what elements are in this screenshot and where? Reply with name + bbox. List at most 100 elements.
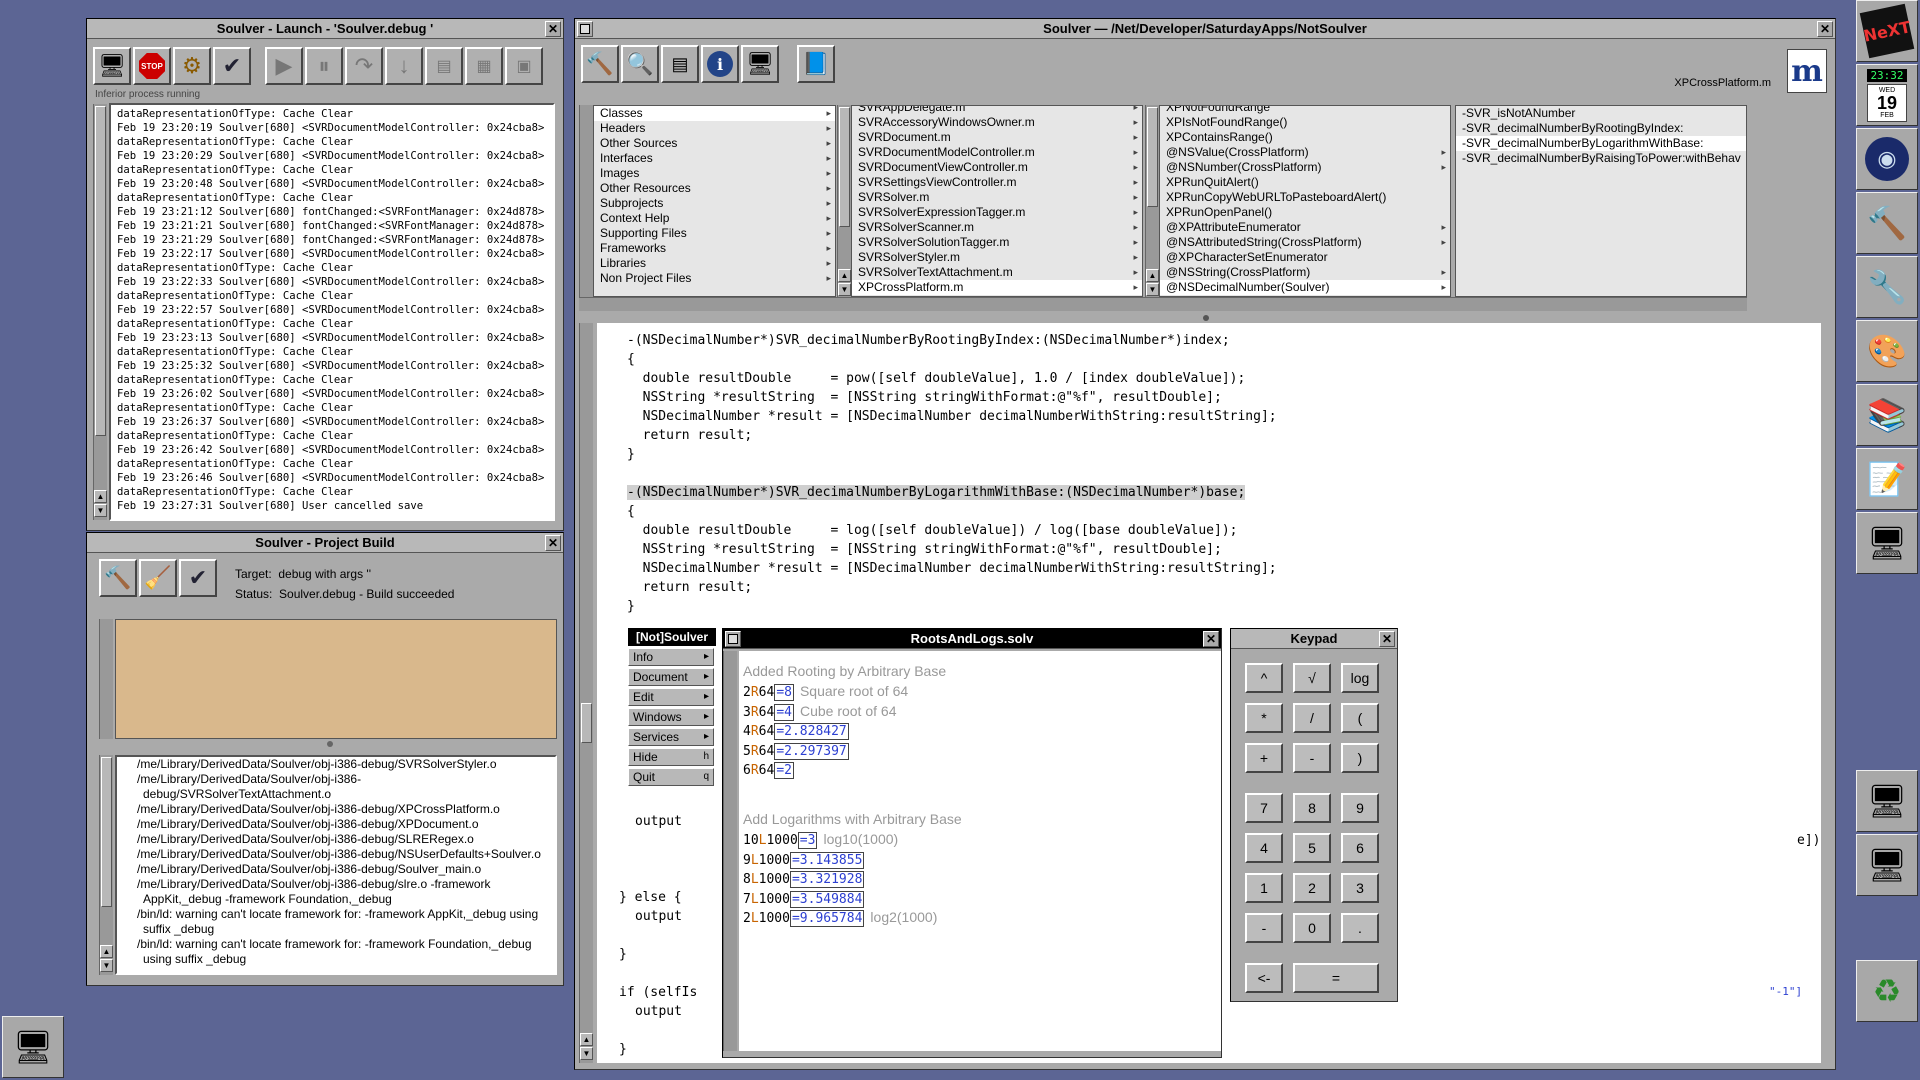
browser-item[interactable]: SVRSolver.m ▸ bbox=[852, 190, 1142, 205]
browser-item[interactable]: SVRSolverSolutionTagger.m ▸ bbox=[852, 235, 1142, 250]
split-handle[interactable] bbox=[327, 741, 333, 747]
menu-item-services[interactable]: Services ▸ bbox=[628, 728, 714, 746]
browser-item[interactable]: -SVR_decimalNumberByRootingByIndex: bbox=[1456, 121, 1746, 136]
backspace-key[interactable]: <- bbox=[1245, 963, 1283, 993]
close-button[interactable] bbox=[545, 21, 561, 37]
pause-icon[interactable]: ⏸ bbox=[305, 47, 343, 85]
menu-item-document[interactable]: Document ▸ bbox=[628, 668, 714, 686]
browser-item[interactable]: -SVR_decimalNumberByLogarithmWithBase: bbox=[1456, 136, 1746, 151]
close-button[interactable] bbox=[1203, 631, 1219, 647]
project-builder-icon[interactable]: 🔨 bbox=[1856, 192, 1918, 254]
equals-key[interactable]: = bbox=[1293, 963, 1379, 993]
browser-item[interactable]: SVRSolverExpressionTagger.m ▸ bbox=[852, 205, 1142, 220]
browser-item[interactable]: Subprojects ▸ bbox=[594, 196, 835, 211]
keypad-key[interactable]: * bbox=[1245, 703, 1283, 733]
build-errors-pane[interactable] bbox=[115, 619, 557, 739]
browser-item[interactable]: @NSNumber(CrossPlatform) ▸ bbox=[1160, 160, 1450, 175]
stack-icon[interactable]: ▤ bbox=[425, 47, 463, 85]
keypad-key[interactable]: √ bbox=[1293, 663, 1331, 693]
browser-item[interactable]: @NSString(CrossPlatform) ▸ bbox=[1160, 265, 1450, 280]
close-button[interactable] bbox=[1817, 21, 1833, 37]
keypad-key[interactable]: + bbox=[1245, 743, 1283, 773]
breakpoints-icon[interactable]: ▦ bbox=[465, 47, 503, 85]
browser-item[interactable]: XPCrossPlatform.m ▸ bbox=[852, 280, 1142, 295]
launch-icon[interactable]: 🖥 bbox=[741, 45, 779, 83]
browser-item[interactable]: XPIsNotFoundRange() bbox=[1160, 115, 1450, 130]
browser-item[interactable]: -SVR_isNotANumber bbox=[1456, 106, 1746, 121]
keypad-key[interactable]: / bbox=[1293, 703, 1331, 733]
browser-item[interactable]: Libraries ▸ bbox=[594, 256, 835, 271]
close-button[interactable] bbox=[1379, 631, 1395, 647]
inspector-icon[interactable]: ▣ bbox=[505, 47, 543, 85]
step-over-icon[interactable]: ↷ bbox=[345, 47, 383, 85]
browser-item[interactable]: Headers ▸ bbox=[594, 121, 835, 136]
keypad-key[interactable]: - bbox=[1293, 743, 1331, 773]
launch-log[interactable]: dataRepresentationOfType: Cache Clear Feb… bbox=[109, 103, 555, 521]
mini-window-icon[interactable]: 🖥 bbox=[1856, 770, 1918, 832]
files-icon[interactable]: ▤ bbox=[661, 45, 699, 83]
browser-item[interactable]: Non Project Files ▸ bbox=[594, 271, 835, 286]
build-output-scrollbar[interactable]: ▲ ▼ bbox=[99, 755, 113, 975]
keypad-key[interactable]: 9 bbox=[1341, 793, 1379, 823]
browser-item[interactable]: @NSValue(CrossPlatform) ▸ bbox=[1160, 145, 1450, 160]
keypad-titlebar[interactable]: Keypad bbox=[1231, 629, 1397, 649]
palette-icon[interactable]: 🎨 bbox=[1856, 320, 1918, 382]
browser-item[interactable]: SVRAccessoryWindowsOwner.m ▸ bbox=[852, 115, 1142, 130]
menu-item-edit[interactable]: Edit ▸ bbox=[628, 688, 714, 706]
browser-item[interactable]: Frameworks ▸ bbox=[594, 241, 835, 256]
menu-item-windows[interactable]: Windows ▸ bbox=[628, 708, 714, 726]
keypad-key[interactable]: 7 bbox=[1245, 793, 1283, 823]
browser-item[interactable]: XPRunOpenPanel() bbox=[1160, 205, 1450, 220]
split-handle[interactable] bbox=[1203, 315, 1209, 321]
search-icon[interactable]: 🔍 bbox=[621, 45, 659, 83]
browser-item[interactable]: SVRSolverScanner.m ▸ bbox=[852, 220, 1142, 235]
close-button[interactable] bbox=[545, 535, 561, 551]
miniwindow-icon[interactable]: 🖥 bbox=[2, 1016, 64, 1078]
browser-item[interactable]: Images ▸ bbox=[594, 166, 835, 181]
console-icon[interactable]: 🖥 bbox=[93, 47, 131, 85]
launch-log-scrollbar[interactable]: ▲ ▼ bbox=[93, 104, 107, 520]
recycler-icon[interactable]: ♻ bbox=[1856, 960, 1918, 1022]
browser-icon[interactable]: ◉ bbox=[1856, 128, 1918, 190]
document-scrollbar[interactable] bbox=[723, 651, 737, 1051]
keypad-key[interactable]: 1 bbox=[1245, 873, 1283, 903]
terminal-icon[interactable]: 🖥 bbox=[1856, 512, 1918, 574]
clean-broom-icon[interactable]: 🧹 bbox=[139, 559, 177, 597]
keypad-key[interactable]: ) bbox=[1341, 743, 1379, 773]
menu-item-quit[interactable]: Quit q bbox=[628, 768, 714, 786]
edit-icon[interactable]: 📝 bbox=[1856, 448, 1918, 510]
miniaturize-button[interactable] bbox=[577, 21, 593, 37]
keypad-key[interactable]: ( bbox=[1341, 703, 1379, 733]
keypad-key[interactable]: 2 bbox=[1293, 873, 1331, 903]
browser-item[interactable]: SVRSettingsViewController.m ▸ bbox=[852, 175, 1142, 190]
browser-item[interactable]: XPNotFoundRange bbox=[1160, 106, 1450, 115]
info-icon[interactable]: i bbox=[701, 45, 739, 83]
keypad-key[interactable]: . bbox=[1341, 913, 1379, 943]
browser-item[interactable]: Context Help ▸ bbox=[594, 211, 835, 226]
menu-item-info[interactable]: Info ▸ bbox=[628, 648, 714, 666]
keypad-key[interactable]: - bbox=[1245, 913, 1283, 943]
browser-item[interactable]: XPContainsRange() bbox=[1160, 130, 1450, 145]
keypad-key[interactable]: 5 bbox=[1293, 833, 1331, 863]
build-output[interactable]: /me/Library/DerivedData/Soulver/obj-i386… bbox=[115, 755, 557, 975]
browser-item[interactable]: SVRSolverStyler.m ▸ bbox=[852, 250, 1142, 265]
stop-icon[interactable]: STOP bbox=[133, 47, 171, 85]
browser-item[interactable]: SVRDocument.m ▸ bbox=[852, 130, 1142, 145]
build-errors-scrollbar[interactable] bbox=[99, 619, 113, 739]
browser-item[interactable]: SVRSolverTextAttachment.m ▸ bbox=[852, 265, 1142, 280]
book-icon[interactable]: 📘 bbox=[797, 45, 835, 83]
browser-scrollbar-3[interactable]: ▲ ▼ bbox=[1145, 105, 1159, 297]
clock-tile[interactable]: 23:32 WED 19 FEB bbox=[1856, 64, 1918, 126]
menu-item-hide[interactable]: Hide h bbox=[628, 748, 714, 766]
horizontal-scrollbar[interactable] bbox=[579, 297, 1747, 311]
browser-scrollbar-2[interactable]: ▲ ▼ bbox=[837, 105, 851, 297]
browser-item[interactable]: SVRAppDelegate.m ▸ bbox=[852, 106, 1142, 115]
browser-item[interactable]: XPRunCopyWebURLToPasteboardAlert() bbox=[1160, 190, 1450, 205]
checkmark-icon[interactable]: ✔ bbox=[213, 47, 251, 85]
library-icon[interactable]: 📚 bbox=[1856, 384, 1918, 446]
browser-item[interactable]: @NSDecimalNumber(Soulver) ▸ bbox=[1160, 280, 1450, 295]
keypad-key[interactable]: 4 bbox=[1245, 833, 1283, 863]
gear-icon[interactable]: ⚙ bbox=[173, 47, 211, 85]
document-text[interactable]: Added Rooting by Arbitrary Base 2R64 =8 Squ… bbox=[739, 651, 1221, 1051]
keypad-key[interactable]: ^ bbox=[1245, 663, 1283, 693]
